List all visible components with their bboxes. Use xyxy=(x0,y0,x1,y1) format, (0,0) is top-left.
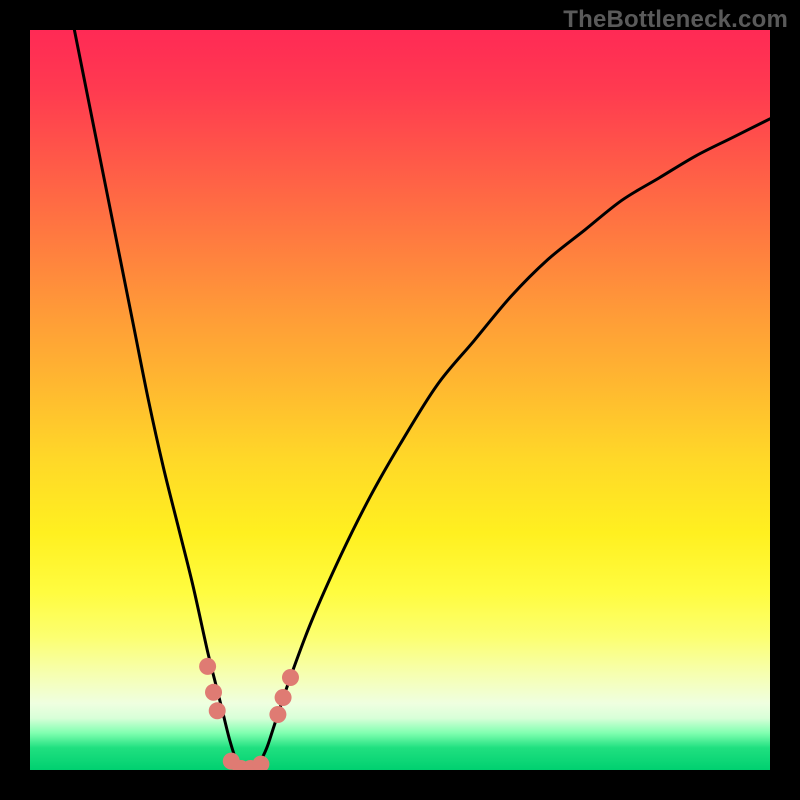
plot-area xyxy=(30,30,770,770)
data-point xyxy=(205,684,222,701)
curve-layer xyxy=(74,30,770,770)
data-point xyxy=(209,702,226,719)
bottleneck-curve xyxy=(74,30,770,770)
data-point xyxy=(252,756,269,770)
curve-svg xyxy=(30,30,770,770)
data-point xyxy=(275,689,292,706)
data-point xyxy=(199,658,216,675)
data-point xyxy=(282,669,299,686)
chart-frame: TheBottleneck.com xyxy=(0,0,800,800)
data-point xyxy=(269,706,286,723)
